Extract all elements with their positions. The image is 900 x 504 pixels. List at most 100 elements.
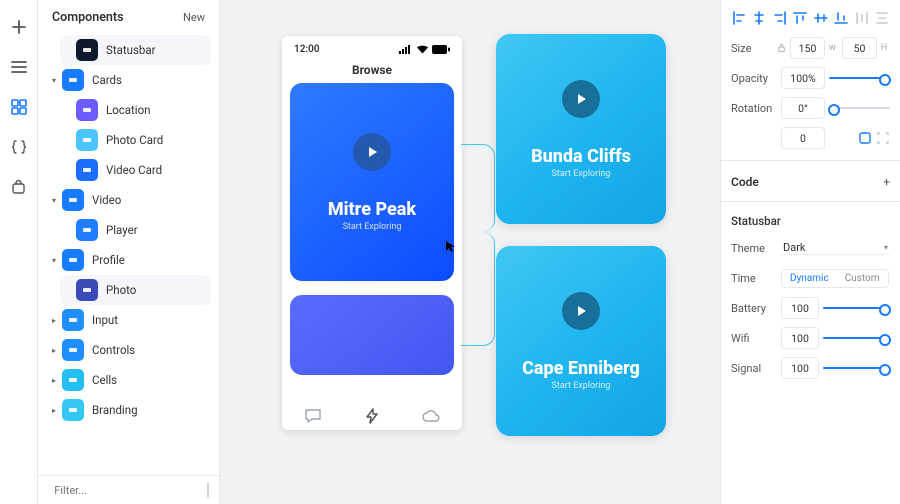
code-braces-icon[interactable] bbox=[10, 138, 28, 156]
add-code-icon[interactable]: + bbox=[883, 175, 890, 189]
tree-label: Controls bbox=[92, 343, 135, 357]
signal-icon bbox=[399, 45, 413, 54]
toolstrip bbox=[0, 0, 38, 504]
distribute-h-icon[interactable] bbox=[854, 10, 870, 26]
corner-radius-icon[interactable] bbox=[858, 131, 872, 145]
align-left-icon[interactable] bbox=[731, 10, 747, 26]
component-icon bbox=[62, 369, 84, 391]
battery-input[interactable]: 100 bbox=[781, 297, 819, 319]
chevron-icon: ▸ bbox=[52, 406, 62, 415]
card-title: Cape Enniberg bbox=[522, 358, 640, 379]
card-bunda-cliffs[interactable]: Bunda Cliffs Start Exploring bbox=[496, 34, 666, 224]
signal-label: Signal bbox=[731, 362, 777, 375]
tree-label: Photo Card bbox=[106, 133, 163, 147]
tree-item-photo[interactable]: Photo bbox=[60, 275, 211, 305]
tree-header-cards[interactable]: ▾ Cards bbox=[46, 65, 211, 95]
tree-header-video[interactable]: ▾Video bbox=[46, 185, 211, 215]
tree-item-video-card[interactable]: Video Card bbox=[60, 155, 211, 185]
tree-header-input[interactable]: ▸ Input bbox=[46, 305, 211, 335]
width-input[interactable]: 150 bbox=[790, 37, 825, 59]
canvas[interactable]: 12:00 Browse Mitre Peak Start Exploring … bbox=[220, 0, 720, 504]
bolt-icon[interactable] bbox=[365, 408, 379, 424]
filter-input[interactable] bbox=[54, 484, 194, 497]
tree-item-player[interactable]: Player bbox=[60, 215, 211, 245]
add-icon[interactable] bbox=[10, 18, 28, 36]
new-button[interactable]: New bbox=[183, 11, 205, 24]
tree-label: Photo bbox=[106, 283, 136, 297]
align-bottom-icon[interactable] bbox=[834, 10, 850, 26]
align-top-icon[interactable] bbox=[793, 10, 809, 26]
height-input[interactable]: 50 bbox=[842, 37, 877, 59]
size-label: Size bbox=[731, 42, 773, 55]
play-icon[interactable] bbox=[562, 292, 600, 330]
component-icon bbox=[62, 69, 84, 91]
statusbar-component[interactable]: 12:00 bbox=[290, 44, 454, 55]
components-icon[interactable] bbox=[10, 98, 28, 116]
wifi-input[interactable]: 100 bbox=[781, 327, 819, 349]
component-icon bbox=[76, 219, 98, 241]
align-center-v-icon[interactable] bbox=[813, 10, 829, 26]
tree-item-statusbar[interactable]: Statusbar bbox=[60, 35, 211, 65]
signal-slider[interactable] bbox=[823, 357, 890, 379]
connector-line bbox=[461, 232, 495, 346]
component-icon bbox=[62, 249, 84, 271]
code-section-label: Code bbox=[731, 175, 759, 189]
battery-slider[interactable] bbox=[823, 297, 890, 319]
opacity-input[interactable]: 100% bbox=[781, 67, 825, 89]
signal-input[interactable]: 100 bbox=[781, 357, 819, 379]
component-icon bbox=[76, 279, 98, 301]
card-mitre-peak[interactable]: Mitre Peak Start Exploring bbox=[290, 83, 454, 281]
card-cape-enniberg[interactable]: Cape Enniberg Start Exploring bbox=[496, 246, 666, 436]
rotation-slider[interactable] bbox=[829, 97, 890, 119]
rotation-input[interactable]: 0° bbox=[781, 97, 825, 119]
component-tree: Statusbar ▾ Cards Location Photo Card Video C… bbox=[38, 33, 219, 475]
chevron-icon: ▾ bbox=[52, 76, 62, 85]
card-secondary[interactable] bbox=[290, 295, 454, 375]
battery-icon bbox=[432, 45, 450, 54]
independent-corners-icon[interactable] bbox=[876, 131, 890, 145]
package-icon[interactable] bbox=[10, 178, 28, 196]
component-icon bbox=[62, 309, 84, 331]
align-center-h-icon[interactable] bbox=[752, 10, 768, 26]
play-icon[interactable] bbox=[562, 80, 600, 118]
tree-label: Video bbox=[92, 193, 121, 207]
opacity-label: Opacity bbox=[731, 72, 777, 85]
time-toggle[interactable]: Dynamic Custom bbox=[781, 269, 889, 288]
tree-header-branding[interactable]: ▸ Branding bbox=[46, 395, 211, 425]
tree-label: Input bbox=[92, 313, 118, 327]
play-icon[interactable] bbox=[353, 133, 391, 171]
grid-view-icon[interactable] bbox=[207, 482, 209, 498]
tree-item-photo-card[interactable]: Photo Card bbox=[60, 125, 211, 155]
radius-input[interactable]: 0 bbox=[781, 127, 825, 149]
phone-frame[interactable]: 12:00 Browse Mitre Peak Start Exploring bbox=[282, 36, 462, 430]
cursor-icon bbox=[445, 240, 457, 252]
component-icon bbox=[76, 39, 98, 61]
wifi-slider[interactable] bbox=[823, 327, 890, 349]
connector-line bbox=[461, 144, 495, 232]
align-right-icon[interactable] bbox=[772, 10, 788, 26]
tree-item-location[interactable]: Location bbox=[60, 95, 211, 125]
tree-label: Cards bbox=[92, 73, 122, 87]
battery-label: Battery bbox=[731, 302, 777, 315]
cloud-icon[interactable] bbox=[422, 408, 440, 424]
tree-header-cells[interactable]: ▸Cells bbox=[46, 365, 211, 395]
theme-label: Theme bbox=[731, 242, 777, 255]
browse-title: Browse bbox=[290, 63, 454, 77]
menu-icon[interactable] bbox=[10, 58, 28, 76]
theme-select[interactable]: Dark ▾ bbox=[781, 241, 890, 255]
chevron-down-icon: ▾ bbox=[884, 243, 888, 252]
chevron-icon: ▸ bbox=[52, 376, 62, 385]
tree-header-controls[interactable]: ▸Controls bbox=[46, 335, 211, 365]
chevron-icon: ▸ bbox=[52, 316, 62, 325]
lock-icon[interactable] bbox=[777, 43, 786, 53]
inspector-panel: Size 150w 50H Opacity 100% Rotation 0° 0… bbox=[720, 0, 900, 504]
tree-header-profile[interactable]: ▾Profile bbox=[46, 245, 211, 275]
alignment-tools bbox=[731, 8, 890, 30]
component-icon bbox=[76, 129, 98, 151]
tree-label: Branding bbox=[92, 403, 138, 417]
opacity-slider[interactable] bbox=[829, 67, 890, 89]
distribute-v-icon[interactable] bbox=[875, 10, 891, 26]
chat-icon[interactable] bbox=[304, 408, 322, 424]
tree-label: Location bbox=[106, 103, 151, 117]
component-icon bbox=[62, 399, 84, 421]
